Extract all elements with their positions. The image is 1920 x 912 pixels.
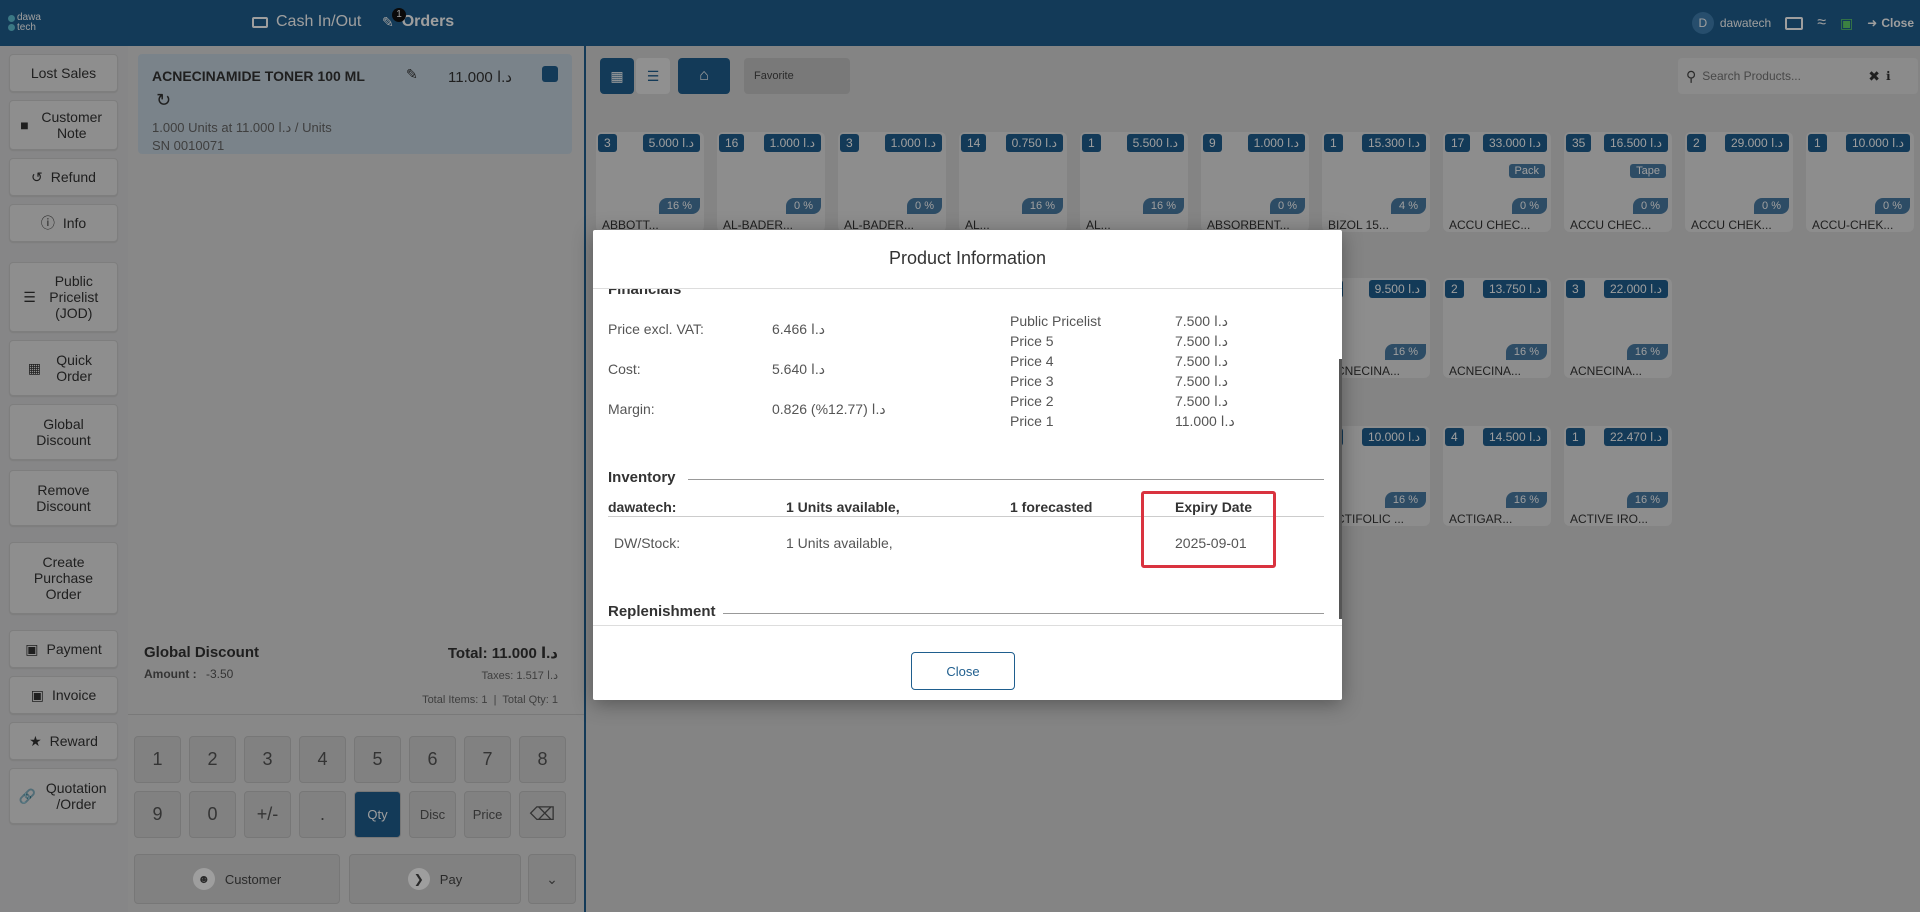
inv-available: 1 Units available, (786, 499, 900, 515)
pricelist-value: 7.500 د.ا (1175, 393, 1228, 409)
modal-scrollbar[interactable] (1339, 359, 1342, 619)
inv-company: dawatech: (608, 499, 677, 515)
inventory-divider (688, 479, 1324, 480)
pricelist-name: Price 1 (1010, 413, 1054, 429)
cost-value: 5.640 د.ا (772, 361, 825, 377)
modal-close-label: Close (946, 663, 980, 679)
financials-heading: Financials (608, 288, 682, 298)
inventory-heading: Inventory (608, 469, 676, 486)
modal-close-button[interactable]: Close (911, 652, 1015, 690)
price-excl-value: 6.466 د.ا (772, 321, 825, 337)
replenishment-heading: Replenishment (608, 603, 716, 620)
modal-title: Product Information (888, 248, 1047, 268)
pricelist-name: Price 2 (1010, 393, 1054, 409)
margin-label: Margin: (608, 401, 655, 417)
inv-location: DW/Stock: (614, 535, 681, 551)
margin-value: 0.826 (%12.77) د.ا (772, 401, 886, 417)
pricelist-value: 7.500 د.ا (1175, 353, 1228, 369)
inv-loc-available: 1 Units available, (786, 535, 893, 551)
pricelist-name: Public Pricelist (1010, 313, 1102, 329)
cost-label: Cost: (608, 361, 641, 377)
pricelist-name: Price 5 (1010, 333, 1054, 349)
inv-forecasted: 1 forecasted (1010, 499, 1093, 515)
expiry-highlight-box (1141, 491, 1276, 568)
pricelist-value: 7.500 د.ا (1175, 333, 1228, 349)
price-excl-label: Price excl. VAT: (608, 321, 704, 337)
modal-body: Financials Price excl. VAT: 6.466 د.ا Co… (593, 288, 1342, 626)
pricelist-value: 7.500 د.ا (1175, 313, 1228, 329)
pricelist-value: 7.500 د.ا (1175, 373, 1228, 389)
pricelist-value: 11.000 د.ا (1175, 413, 1235, 429)
product-info-modal: Product Information Financials Price exc… (593, 230, 1342, 700)
replenishment-divider (723, 613, 1324, 614)
pricelist-name: Price 4 (1010, 353, 1054, 369)
pricelist-name: Price 3 (1010, 373, 1054, 389)
